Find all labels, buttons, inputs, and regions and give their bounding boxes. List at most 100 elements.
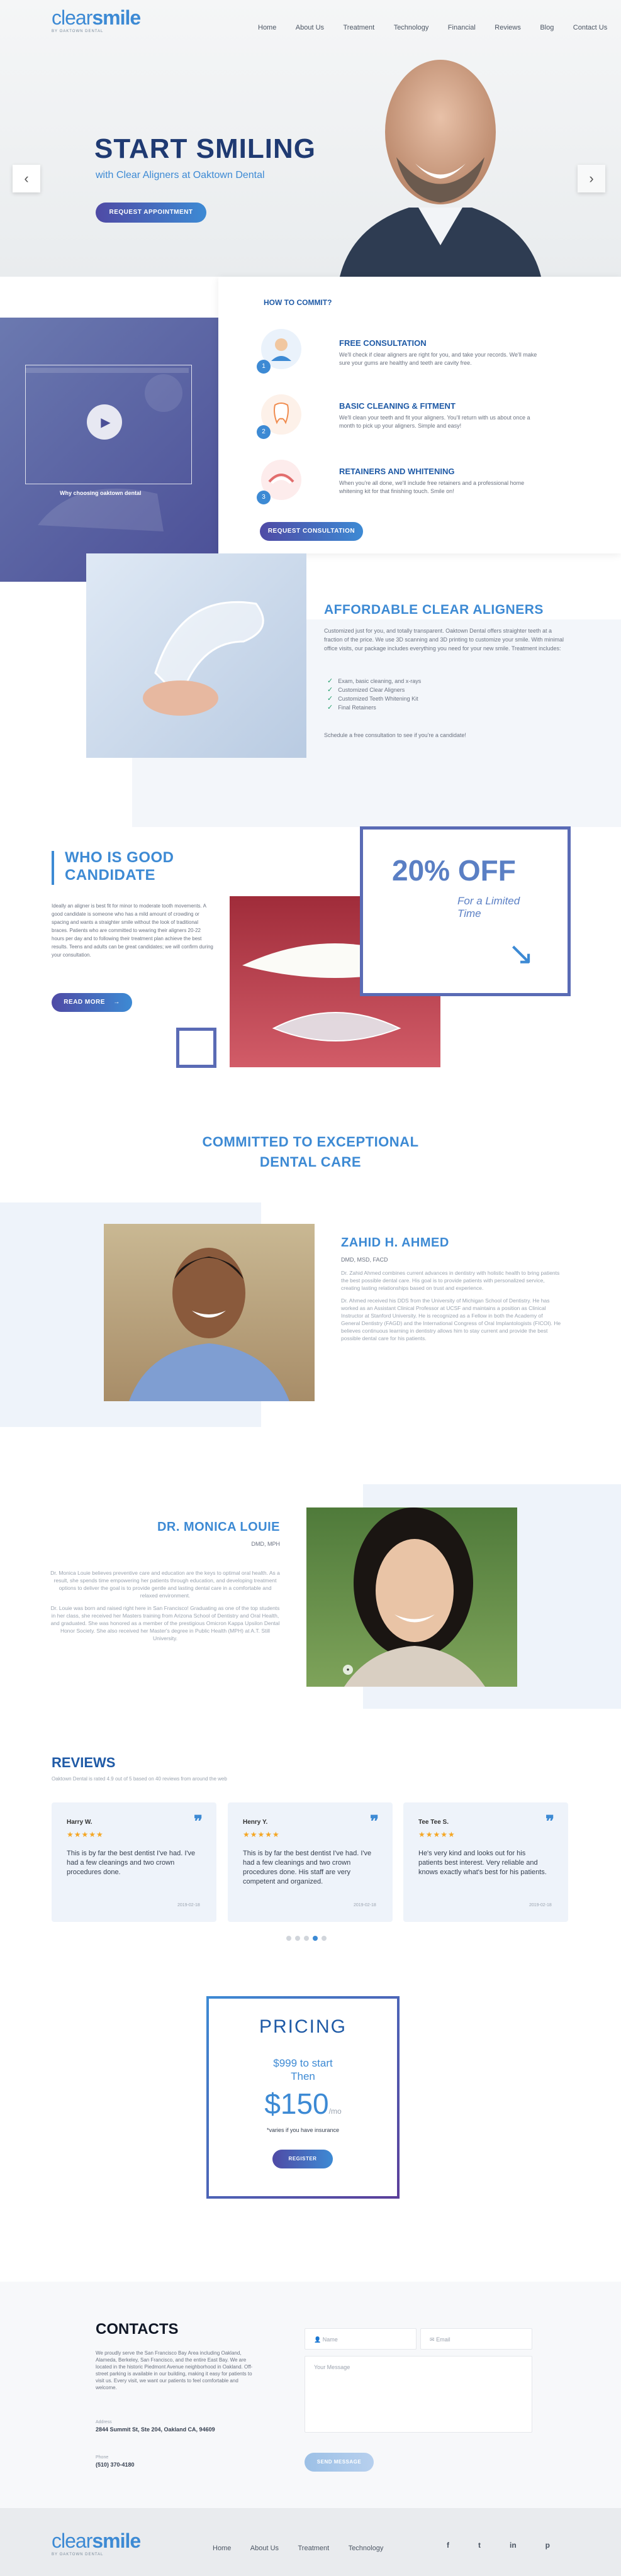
pinterest-icon[interactable]: p xyxy=(545,2541,550,2550)
nav-treatment[interactable]: Treatment xyxy=(344,24,375,31)
nav-contact[interactable]: Contact Us xyxy=(573,24,607,31)
pagination-dot-active[interactable] xyxy=(313,1936,318,1941)
review-card: Tee Tee S. ★★★★★ ❞ He's very kind and lo… xyxy=(403,1802,568,1922)
doctor2-portrait xyxy=(344,1507,485,1687)
hero-section: clearsmile BY OAKTOWN DENTAL Home About … xyxy=(0,0,621,277)
request-appointment-button[interactable]: REQUEST APPOINTMENT xyxy=(96,203,206,223)
step-2: 2 xyxy=(257,394,302,439)
video-panel[interactable]: ▶ Why choosing oaktown dental xyxy=(0,318,218,582)
review-card: Henry Y. ★★★★★ ❞ This is by far the best… xyxy=(228,1802,393,1922)
email-input[interactable]: ✉ Email xyxy=(420,2328,532,2350)
step-title: FREE CONSULTATION xyxy=(339,338,427,348)
step-title: BASIC CLEANING & FITMENT xyxy=(339,401,456,411)
check-icon: ✓ xyxy=(327,695,333,702)
doctor1-credentials: DMD, MSD, FACD xyxy=(341,1257,388,1263)
step-number: 3 xyxy=(257,491,271,504)
doctor1-bio: Dr. Zahid Ahmed combines current advance… xyxy=(341,1270,561,1341)
footer-link-technology[interactable]: Technology xyxy=(349,2545,384,2552)
contacts-title: CONTACTS xyxy=(96,2321,179,2338)
aligners-list-item: ✓ Final Retainers xyxy=(327,704,376,711)
review-date: 2019-02-18 xyxy=(354,1903,376,1907)
pagination-dot[interactable] xyxy=(322,1936,327,1941)
phone-value: (510) 370-4180 xyxy=(96,2462,135,2468)
contacts-text: We proudly serve the San Francisco Bay A… xyxy=(96,2350,253,2390)
footer-link-treatment[interactable]: Treatment xyxy=(298,2545,330,2552)
facebook-icon[interactable]: f xyxy=(447,2541,449,2550)
quote-icon: ❞ xyxy=(545,1812,554,1831)
offer-box: 20% OFF For a Limited Time ↘ xyxy=(360,826,571,996)
candidate-accent-bar xyxy=(52,851,54,885)
nav-about[interactable]: About Us xyxy=(296,24,324,31)
offer-subtext: For a Limited Time xyxy=(457,895,520,919)
aligners-list-item: ✓ Customized Clear Aligners xyxy=(327,686,405,694)
video-caption: Why choosing oaktown dental xyxy=(60,490,142,496)
main-nav: Home About Us Treatment Technology Finan… xyxy=(242,21,607,33)
twitter-icon[interactable]: t xyxy=(478,2541,481,2550)
arrow-right-icon: → xyxy=(113,999,120,1006)
name-input[interactable]: 👤 Name xyxy=(305,2328,417,2350)
doctor2-bio: Dr. Monica Louie believes preventive car… xyxy=(50,1570,280,1641)
pricing-amount: $150/mo xyxy=(264,2087,342,2120)
pagination-dot[interactable] xyxy=(295,1936,300,1941)
aligners-footer: Schedule a free consultation to see if y… xyxy=(324,732,466,738)
doctor1-portrait xyxy=(129,1248,289,1401)
step-number: 2 xyxy=(257,425,271,439)
nav-home[interactable]: Home xyxy=(258,24,276,31)
quote-icon: ❞ xyxy=(370,1812,379,1831)
review-text: He's very kind and looks out for his pat… xyxy=(418,1850,547,1876)
aligners-text: Customized just for you, and totally tra… xyxy=(324,628,564,652)
pricing-note: *varies if you have insurance xyxy=(266,2127,340,2133)
rating-stars: ★★★★★ xyxy=(418,1830,456,1839)
aligner-image xyxy=(86,553,306,758)
address-label: Address xyxy=(96,2420,112,2424)
user-icon: 👤 xyxy=(314,2336,322,2343)
hero-next-button[interactable]: › xyxy=(578,165,605,192)
aligners-list: ✓ Exam, basic cleaning, and x-rays ✓ Custo… xyxy=(327,677,421,712)
hero-prev-button[interactable]: ‹ xyxy=(13,165,40,192)
pricing-start: $999 to start Then xyxy=(273,2057,333,2082)
play-button[interactable]: ▶ xyxy=(87,404,122,440)
footer-nav: Home About Us Treatment Technology xyxy=(196,2542,383,2553)
reviews-pagination xyxy=(286,1936,327,1941)
quote-icon: ❞ xyxy=(194,1812,203,1831)
rating-stars: ★★★★★ xyxy=(243,1830,280,1839)
check-icon: ✓ xyxy=(327,677,333,685)
footer-link-about[interactable]: About Us xyxy=(250,2545,279,2552)
footer-logo[interactable]: clearsmile BY OAKTOWN DENTAL xyxy=(52,2529,141,2557)
request-consultation-button[interactable]: REQUEST CONSULTATION xyxy=(260,522,363,541)
footer-link-home[interactable]: Home xyxy=(213,2545,231,2552)
arrow-down-right-icon[interactable]: ↘ xyxy=(508,935,534,972)
reviewer-name: Henry Y. xyxy=(243,1819,268,1826)
nav-technology[interactable]: Technology xyxy=(394,24,429,31)
nav-reviews[interactable]: Reviews xyxy=(495,24,521,31)
decorative-square xyxy=(176,1028,216,1068)
message-textarea[interactable]: Your Message xyxy=(305,2356,532,2433)
step-number: 1 xyxy=(257,360,271,374)
review-card: Harry W. ★★★★★ ❞ This is by far the best… xyxy=(52,1802,216,1922)
step-text: We'll check if clear aligners are right … xyxy=(339,352,537,366)
nav-financial[interactable]: Financial xyxy=(448,24,476,31)
review-date: 2019-02-18 xyxy=(529,1903,552,1907)
pagination-dot[interactable] xyxy=(304,1936,309,1941)
aligners-title: AFFORDABLE CLEAR ALIGNERS xyxy=(324,602,544,617)
logo[interactable]: clearsmile BY OAKTOWN DENTAL xyxy=(52,6,141,33)
check-icon: ✓ xyxy=(327,686,333,694)
reviewer-name: Tee Tee S. xyxy=(418,1819,449,1826)
pagination-dot[interactable] xyxy=(286,1936,291,1941)
doctor2-name: DR. MONICA LOUIE xyxy=(157,1520,280,1534)
aligner-tray-graphic xyxy=(143,601,264,716)
doctor2-photo: ● xyxy=(306,1507,517,1687)
read-more-button[interactable]: READ MORE → xyxy=(52,993,132,1012)
register-button[interactable]: REGISTER xyxy=(272,2150,333,2168)
nav-blog[interactable]: Blog xyxy=(540,24,554,31)
camera-icon[interactable]: ● xyxy=(343,1665,353,1675)
linkedin-icon[interactable]: in xyxy=(510,2541,517,2550)
step-text: We'll clean your teeth and fit your alig… xyxy=(339,414,530,429)
aligners-list-item: ✓ Customized Teeth Whitening Kit xyxy=(327,695,418,702)
doctor1-name: ZAHID H. AHMED xyxy=(341,1236,449,1250)
footer: clearsmile BY OAKTOWN DENTAL Home About … xyxy=(0,2508,621,2576)
review-text: This is by far the best dentist I've had… xyxy=(243,1850,372,1885)
send-message-button[interactable]: SEND MESSAGE xyxy=(305,2453,374,2472)
mail-icon: ✉ xyxy=(430,2336,435,2343)
hero-title: START SMILING xyxy=(94,133,316,164)
